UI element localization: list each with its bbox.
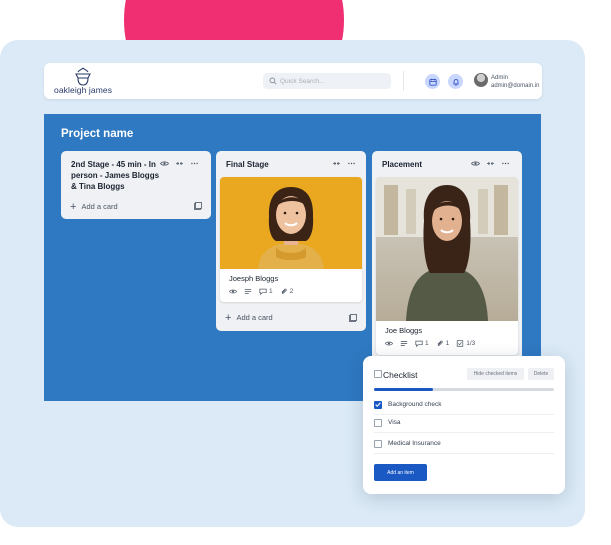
user-email: admin@domain.in: [491, 83, 540, 89]
search-icon: [269, 77, 277, 85]
comment-icon: [415, 340, 423, 347]
checklist-item[interactable]: Medical Insurance: [374, 434, 554, 454]
delete-button[interactable]: Delete: [528, 368, 554, 380]
column-placement: Placement Joe Bloggs 1 1 1/3: [372, 151, 522, 363]
watch-badge: [229, 288, 237, 295]
add-item-button[interactable]: Add an item: [374, 464, 427, 481]
checklist-badge: 1/3: [456, 340, 475, 347]
attachment-count: 2: [289, 288, 294, 295]
collapse-icon[interactable]: [175, 160, 184, 167]
header-divider: [403, 71, 404, 91]
watch-badge: [385, 340, 393, 347]
checkbox-checked[interactable]: [374, 400, 382, 409]
add-card-button[interactable]: + Add a card: [225, 311, 273, 324]
column-2nd-stage: 2nd Stage - 45 min - In person - James B…: [61, 151, 211, 219]
candidate-card[interactable]: Joe Bloggs 1 1 1/3: [376, 177, 518, 355]
user-name: Admin: [491, 75, 509, 81]
add-card-label: Add a card: [236, 313, 273, 322]
attachment-count: 1: [445, 340, 450, 347]
description-badge: [244, 288, 252, 295]
paperclip-icon: [437, 340, 443, 346]
comment-count: 1: [269, 288, 273, 295]
card-title: Joesph Bloggs: [229, 274, 279, 283]
search-box[interactable]: [263, 73, 391, 89]
comment-count: 1: [425, 340, 429, 347]
candidate-photo: [220, 177, 362, 269]
comments-badge: 1: [259, 288, 273, 295]
screenshot-stage: oakleigh james Ad: [0, 0, 611, 545]
card-template-icon[interactable]: [349, 314, 357, 322]
column-title: Final Stage: [226, 160, 269, 169]
card-template-icon[interactable]: [194, 202, 202, 210]
checklist-progress: [374, 388, 554, 391]
column-title: 2nd Stage - 45 min - In person - James B…: [71, 160, 160, 191]
checkbox-icon: [457, 340, 464, 347]
add-card-button[interactable]: + Add a card: [70, 200, 118, 213]
comments-badge: 1: [415, 340, 429, 347]
add-card-label: Add a card: [81, 202, 118, 211]
eye-icon: [229, 289, 237, 294]
calendar-icon: [428, 78, 437, 86]
column-final-stage: Final Stage Joesph Bloggs 1 2 + Add a ca…: [216, 151, 366, 331]
calendar-button[interactable]: [425, 74, 440, 89]
eye-icon[interactable]: [160, 160, 169, 167]
acorn-logo-icon: [75, 67, 91, 86]
check-icon: [375, 402, 381, 407]
logo[interactable]: oakleigh james: [54, 67, 114, 97]
candidate-photo: [376, 177, 518, 321]
card-badges: 1 2: [229, 288, 293, 295]
more-icon[interactable]: [501, 160, 510, 167]
checklist-icon: [374, 370, 382, 378]
logo-text: oakleigh james: [54, 85, 113, 95]
candidate-card[interactable]: Joesph Bloggs 1 2: [220, 177, 362, 302]
checklist-item[interactable]: Background check: [374, 395, 554, 415]
checklist-item-label: Visa: [388, 419, 401, 426]
paperclip-icon: [281, 288, 287, 294]
checklist-item-label: Medical Insurance: [388, 440, 441, 447]
card-badges: 1 1 1/3: [385, 340, 475, 347]
description-badge: [400, 340, 408, 347]
eye-icon: [385, 341, 393, 346]
checklist-count: 1/3: [466, 340, 476, 347]
collapse-icon[interactable]: [486, 160, 495, 167]
top-bar: oakleigh james Ad: [44, 63, 542, 99]
user-avatar[interactable]: [474, 73, 488, 87]
checklist-item-label: Background check: [388, 401, 442, 408]
more-icon[interactable]: [347, 160, 356, 167]
attachments-badge: 2: [280, 288, 294, 295]
checkbox-unchecked[interactable]: [374, 418, 382, 427]
column-actions: [332, 160, 356, 167]
description-icon: [244, 289, 252, 294]
column-title: Placement: [382, 160, 423, 169]
plus-icon: +: [70, 200, 77, 213]
checkbox-unchecked[interactable]: [374, 439, 382, 448]
eye-icon[interactable]: [471, 160, 480, 167]
plus-icon: +: [225, 311, 232, 324]
checklist-panel: Checklist Hide checked items Delete Back…: [363, 356, 565, 494]
column-actions: [471, 160, 510, 167]
person-photo-illustration: [376, 177, 518, 321]
column-actions: [160, 160, 199, 167]
bell-icon: [452, 78, 459, 86]
description-icon: [400, 341, 408, 346]
checklist-title: Checklist: [383, 370, 418, 380]
notifications-button[interactable]: [448, 74, 463, 89]
person-photo-illustration: [258, 187, 324, 269]
attachments-badge: 1: [436, 340, 450, 347]
comment-icon: [259, 288, 267, 295]
collapse-icon[interactable]: [332, 160, 341, 167]
card-title: Joe Bloggs: [385, 326, 423, 335]
hide-checked-button[interactable]: Hide checked items: [467, 368, 524, 380]
board-title: Project name: [61, 128, 134, 140]
search-input[interactable]: [280, 75, 385, 87]
more-icon[interactable]: [190, 160, 199, 167]
checklist-progress-fill: [374, 388, 434, 391]
checklist-item[interactable]: Visa: [374, 413, 554, 433]
